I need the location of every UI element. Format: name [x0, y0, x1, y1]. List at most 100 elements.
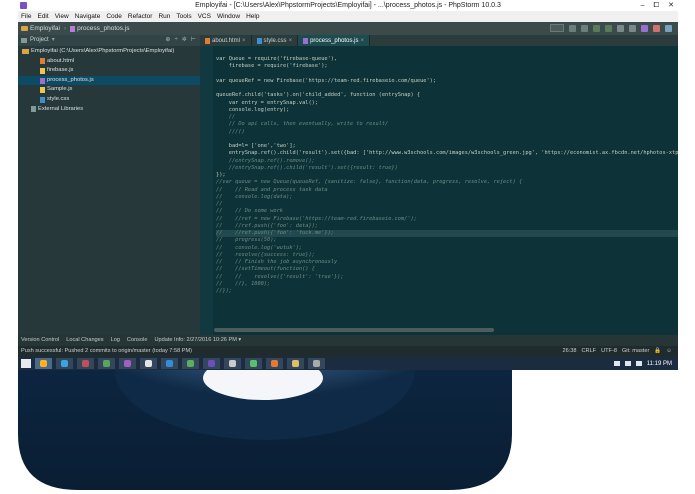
- editor-tab[interactable]: process_photos.js ×: [298, 35, 370, 46]
- taskbar-app-button[interactable]: [224, 358, 241, 369]
- keyboard-icon[interactable]: [613, 361, 620, 366]
- taskbar-app-button[interactable]: [98, 358, 115, 369]
- tree-item[interactable]: Sample.js: [18, 85, 200, 95]
- code-line[interactable]: // resolve({success: true});: [216, 252, 678, 259]
- help-icon[interactable]: [665, 24, 672, 32]
- horizontal-scrollbar[interactable]: [214, 328, 494, 332]
- editor-tab[interactable]: style.css ×: [252, 35, 299, 46]
- tree-item[interactable]: firebase.js: [18, 66, 200, 76]
- network-icon[interactable]: [624, 361, 631, 366]
- chevron-down-icon[interactable]: ▾: [52, 35, 55, 46]
- menu-run[interactable]: Run: [158, 11, 170, 22]
- code-line[interactable]: queueRef.child('tasks').on('child_added'…: [216, 92, 678, 99]
- taskbar-app-button[interactable]: [203, 358, 220, 369]
- code-line[interactable]: entrySnap.ref().child('result').set({bad…: [216, 150, 678, 157]
- taskbar-app-button[interactable]: [308, 358, 325, 369]
- run-icon[interactable]: [569, 24, 576, 32]
- menu-edit[interactable]: Edit: [37, 11, 48, 22]
- code-line[interactable]: bad=l= ['one','two'];: [216, 143, 678, 150]
- code-line[interactable]: // Do api calls, then eventually, write …: [216, 121, 678, 128]
- volume-icon[interactable]: [635, 361, 642, 366]
- code-line[interactable]: // // resolve({'result': 'true'});: [216, 274, 678, 281]
- code-line[interactable]: var Queue = require('firebase-queue'),: [216, 56, 678, 63]
- menu-code[interactable]: Code: [106, 11, 122, 22]
- editor-tab[interactable]: about.html ×: [200, 35, 252, 46]
- project-panel-title[interactable]: Project: [30, 35, 49, 46]
- code-line[interactable]: //: [216, 114, 678, 121]
- tree-item[interactable]: about.html: [18, 57, 200, 67]
- lock-icon[interactable]: 🔒: [654, 346, 661, 357]
- hide-icon[interactable]: ⊢: [191, 35, 196, 46]
- code-line[interactable]: // console.log(data);: [216, 194, 678, 201]
- tool-log[interactable]: Log: [111, 335, 120, 346]
- code-line[interactable]: // // Finish the job asynchronously: [216, 259, 678, 266]
- code-line[interactable]: // progress(50);: [216, 237, 678, 244]
- minimize-button[interactable]: –: [641, 0, 645, 11]
- sync-icon[interactable]: ⊕: [165, 35, 170, 46]
- code-editor[interactable]: var Queue = require('firebase-queue'), f…: [200, 46, 678, 335]
- menu-help[interactable]: Help: [246, 11, 259, 22]
- code-line[interactable]: [216, 71, 678, 78]
- tree-item[interactable]: style.css: [18, 95, 200, 105]
- menu-tools[interactable]: Tools: [176, 11, 191, 22]
- code-line[interactable]: var queueRef = new Firebase('https://tea…: [216, 78, 678, 85]
- vcs-update-icon[interactable]: [593, 24, 600, 32]
- debug-icon[interactable]: [581, 24, 588, 32]
- menu-navigate[interactable]: Navigate: [75, 11, 101, 22]
- taskbar-app-button[interactable]: [119, 358, 136, 369]
- caret-position[interactable]: 26:38: [562, 346, 576, 357]
- menu-refactor[interactable]: Refactor: [128, 11, 153, 22]
- file-encoding[interactable]: UTF-8: [601, 346, 617, 357]
- menu-file[interactable]: File: [21, 11, 31, 22]
- taskbar-app-button[interactable]: [266, 358, 283, 369]
- taskbar-app-button[interactable]: [182, 358, 199, 369]
- code-line[interactable]: firebase = require('firebase');: [216, 63, 678, 70]
- close-tab-icon[interactable]: ×: [360, 38, 364, 44]
- taskbar-app-button[interactable]: [56, 358, 73, 369]
- code-line[interactable]: ///(): [216, 129, 678, 136]
- windows-start-icon[interactable]: [21, 359, 31, 368]
- close-tab-icon[interactable]: ×: [289, 38, 293, 44]
- tool-update-info[interactable]: Update Info: 2/27/2016 10:26 PM ▾: [154, 335, 241, 346]
- code-line[interactable]: [216, 136, 678, 143]
- code-line[interactable]: // //ref.push({'foo': data});: [216, 223, 678, 230]
- run-config-dropdown[interactable]: [550, 24, 564, 32]
- taskbar-app-button[interactable]: [77, 358, 94, 369]
- tree-item[interactable]: process_photos.js: [18, 75, 200, 86]
- phpstorm-tool-icon[interactable]: [641, 24, 648, 32]
- code-line[interactable]: // //setTimeout(function() {: [216, 266, 678, 273]
- code-line[interactable]: [216, 85, 678, 92]
- taskbar-app-button[interactable]: [245, 358, 262, 369]
- code-line[interactable]: //entrySnap.ref().remove();: [216, 158, 678, 165]
- menu-view[interactable]: View: [55, 11, 69, 22]
- code-line[interactable]: //entrySnap.ref().child('result').set({r…: [216, 165, 678, 172]
- code-line[interactable]: console.log(entry);: [216, 107, 678, 114]
- tree-item[interactable]: External Libraries: [18, 105, 200, 115]
- menu-window[interactable]: Window: [217, 11, 240, 22]
- code-line[interactable]: // // Read and process task data: [216, 187, 678, 194]
- tree-item[interactable]: Employifai (C:\Users\Alex\PhpstormProjec…: [18, 47, 200, 57]
- clock[interactable]: 11:19 PM: [647, 361, 672, 367]
- close-tab-icon[interactable]: ×: [242, 38, 246, 44]
- undo-icon[interactable]: [653, 24, 660, 32]
- maximize-button[interactable]: ⧠: [654, 0, 660, 11]
- code-line[interactable]: //var queue = new Queue(queueRef, {sanit…: [216, 179, 678, 186]
- code-line[interactable]: //: [216, 201, 678, 208]
- code-line[interactable]: // // Do some work: [216, 208, 678, 215]
- taskbar-app-button[interactable]: [35, 358, 52, 369]
- gear-icon[interactable]: ✲: [182, 35, 187, 46]
- tool-local-changes[interactable]: Local Changes: [66, 335, 103, 346]
- code-line[interactable]: // console.log('wutuk');: [216, 245, 678, 252]
- tool-version-control[interactable]: Version Control: [21, 335, 59, 346]
- tool-console[interactable]: Console: [127, 335, 148, 346]
- taskbar-app-button[interactable]: [140, 358, 157, 369]
- inspector-icon[interactable]: ☺: [666, 346, 672, 357]
- code-line[interactable]: //});: [216, 288, 678, 295]
- breadcrumb-file[interactable]: process_photos.js: [70, 25, 130, 32]
- line-separator[interactable]: CRLF: [581, 346, 596, 357]
- code-line[interactable]: });: [216, 172, 678, 179]
- code-line[interactable]: // //ref = new Firebase('https://team-re…: [216, 216, 678, 223]
- code-line[interactable]: // //}, 1000);: [216, 281, 678, 288]
- collapse-icon[interactable]: ÷: [174, 35, 177, 46]
- code-text[interactable]: var Queue = require('firebase-queue'), f…: [216, 56, 678, 295]
